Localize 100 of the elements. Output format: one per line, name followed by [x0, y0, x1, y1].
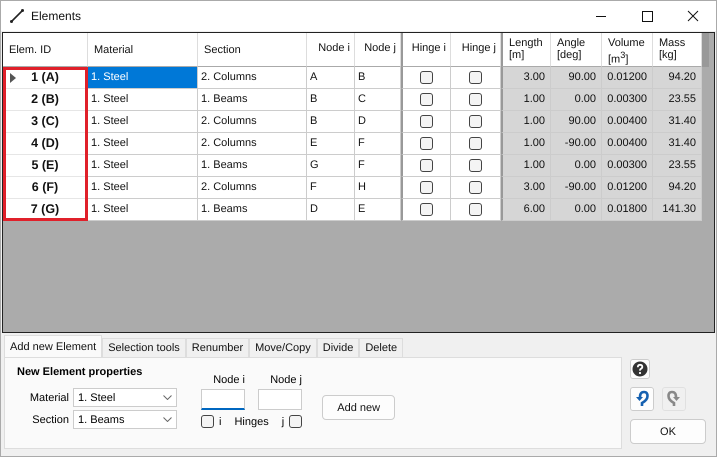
window-title: Elements — [31, 9, 82, 23]
tab[interactable]: Renumber — [186, 338, 250, 357]
checkbox[interactable] — [420, 203, 433, 216]
add-new-button[interactable]: Add new — [322, 395, 396, 420]
column-header[interactable]: Elem. ID — [3, 33, 88, 67]
table-cell: 1. Steel — [88, 155, 198, 177]
checkbox[interactable] — [420, 159, 433, 172]
checkbox[interactable] — [469, 93, 482, 106]
table-cell: 2. Columns — [198, 111, 307, 133]
checkbox[interactable] — [420, 93, 433, 106]
checkbox[interactable] — [420, 71, 433, 84]
redo-button[interactable] — [662, 387, 686, 411]
table-cell: 23.55 — [653, 155, 702, 177]
table-cell: 31.40 — [653, 111, 702, 133]
table-cell: 2. Columns — [198, 67, 307, 89]
table-cell: D — [355, 111, 401, 133]
table-cell: 1. Steel — [88, 199, 198, 221]
table-cell: 1. Beams — [198, 199, 307, 221]
table-cell: 1.00 — [501, 111, 551, 133]
field-label: Material — [28, 392, 69, 404]
input-field[interactable] — [258, 389, 302, 410]
table-cell: 2. Columns — [198, 133, 307, 155]
section-dropdown[interactable]: 1. Beams — [73, 410, 177, 429]
table-cell: E — [307, 133, 355, 155]
tab[interactable]: Move/Copy — [249, 338, 317, 357]
checkbox-label: i — [219, 416, 222, 428]
tab[interactable]: Selection tools — [102, 338, 186, 357]
checkbox[interactable] — [469, 181, 482, 194]
tab[interactable]: Add new Element — [4, 335, 102, 357]
checkbox[interactable] — [289, 415, 302, 428]
checkbox[interactable] — [469, 137, 482, 150]
chevron-icon — [163, 395, 172, 400]
checkbox[interactable] — [469, 203, 482, 216]
help-icon — [632, 361, 648, 377]
checkbox-label: j — [282, 416, 284, 428]
header-filler — [702, 33, 709, 67]
row-header[interactable]: 3 (C) — [3, 111, 88, 133]
table-cell: 94.20 — [653, 177, 702, 199]
table-cell: C — [355, 89, 401, 111]
table-cell: 0.01800 — [602, 199, 653, 221]
table-cell: 90.00 — [551, 111, 602, 133]
table-cell: D — [307, 199, 355, 221]
input-field[interactable] — [201, 389, 245, 410]
checkbox[interactable] — [420, 115, 433, 128]
checkbox[interactable] — [420, 137, 433, 150]
line-icon — [9, 8, 25, 24]
checkbox[interactable] — [469, 115, 482, 128]
section-title: New Element properties — [17, 366, 144, 378]
field-label: Section — [31, 414, 69, 426]
ok-button[interactable]: OK — [630, 419, 706, 444]
table-cell: 0.00 — [551, 89, 602, 111]
table-cell: 1.00 — [501, 89, 551, 111]
tab[interactable]: Divide — [316, 338, 360, 357]
table-cell: 1.00 — [501, 133, 551, 155]
table-cell: 0.00400 — [602, 111, 653, 133]
table-cell: 0.00 — [551, 155, 602, 177]
checkbox[interactable] — [201, 415, 214, 428]
help-button[interactable] — [630, 359, 650, 379]
redo-icon — [667, 390, 681, 408]
table-cell: 31.40 — [653, 133, 702, 155]
checkbox[interactable] — [420, 181, 433, 194]
table-cell: H — [355, 177, 401, 199]
field-label: Node j — [270, 374, 302, 386]
table-cell: 141.30 — [653, 199, 702, 221]
table-cell: 3.00 — [501, 67, 551, 89]
table-cell: 94.20 — [653, 67, 702, 89]
table-cell: 3.00 — [501, 177, 551, 199]
row-header[interactable]: 4 (D) — [3, 133, 88, 155]
table-cell: 0.01200 — [602, 67, 653, 89]
table-cell: 0.00400 — [602, 133, 653, 155]
table-cell: B — [307, 111, 355, 133]
undo-button[interactable] — [630, 387, 654, 411]
table-cell: 2. Columns — [198, 177, 307, 199]
table-cell: 0.00300 — [602, 89, 653, 111]
table-cell: 1.00 — [501, 155, 551, 177]
checkbox[interactable] — [469, 71, 482, 84]
row-header[interactable]: 5 (E) — [3, 155, 88, 177]
table-cell: 1. Steel — [88, 89, 198, 111]
table-cell: -90.00 — [551, 133, 602, 155]
undo-icon — [635, 390, 649, 408]
table-cell: 0.00 — [551, 199, 602, 221]
table-cell: F — [355, 155, 401, 177]
material-dropdown[interactable]: 1. Steel — [73, 388, 177, 407]
table-cell: F — [355, 133, 401, 155]
checkbox[interactable] — [469, 159, 482, 172]
chevron-icon — [163, 417, 172, 422]
table-cell: 6.00 — [501, 199, 551, 221]
row-header[interactable]: 6 (F) — [3, 177, 88, 199]
table-cell: -90.00 — [551, 177, 602, 199]
table-cell: 23.55 — [653, 89, 702, 111]
table-cell: B — [307, 89, 355, 111]
table-cell: F — [307, 177, 355, 199]
table-cell: 0.01200 — [602, 177, 653, 199]
table-cell: 90.00 — [551, 67, 602, 89]
field-label: Node i — [213, 374, 245, 386]
row-header[interactable]: 2 (B) — [3, 89, 88, 111]
table-cell: 0.00300 — [602, 155, 653, 177]
table-cell: E — [355, 199, 401, 221]
table-cell: 1. Beams — [198, 155, 307, 177]
tab[interactable]: Delete — [359, 338, 404, 357]
